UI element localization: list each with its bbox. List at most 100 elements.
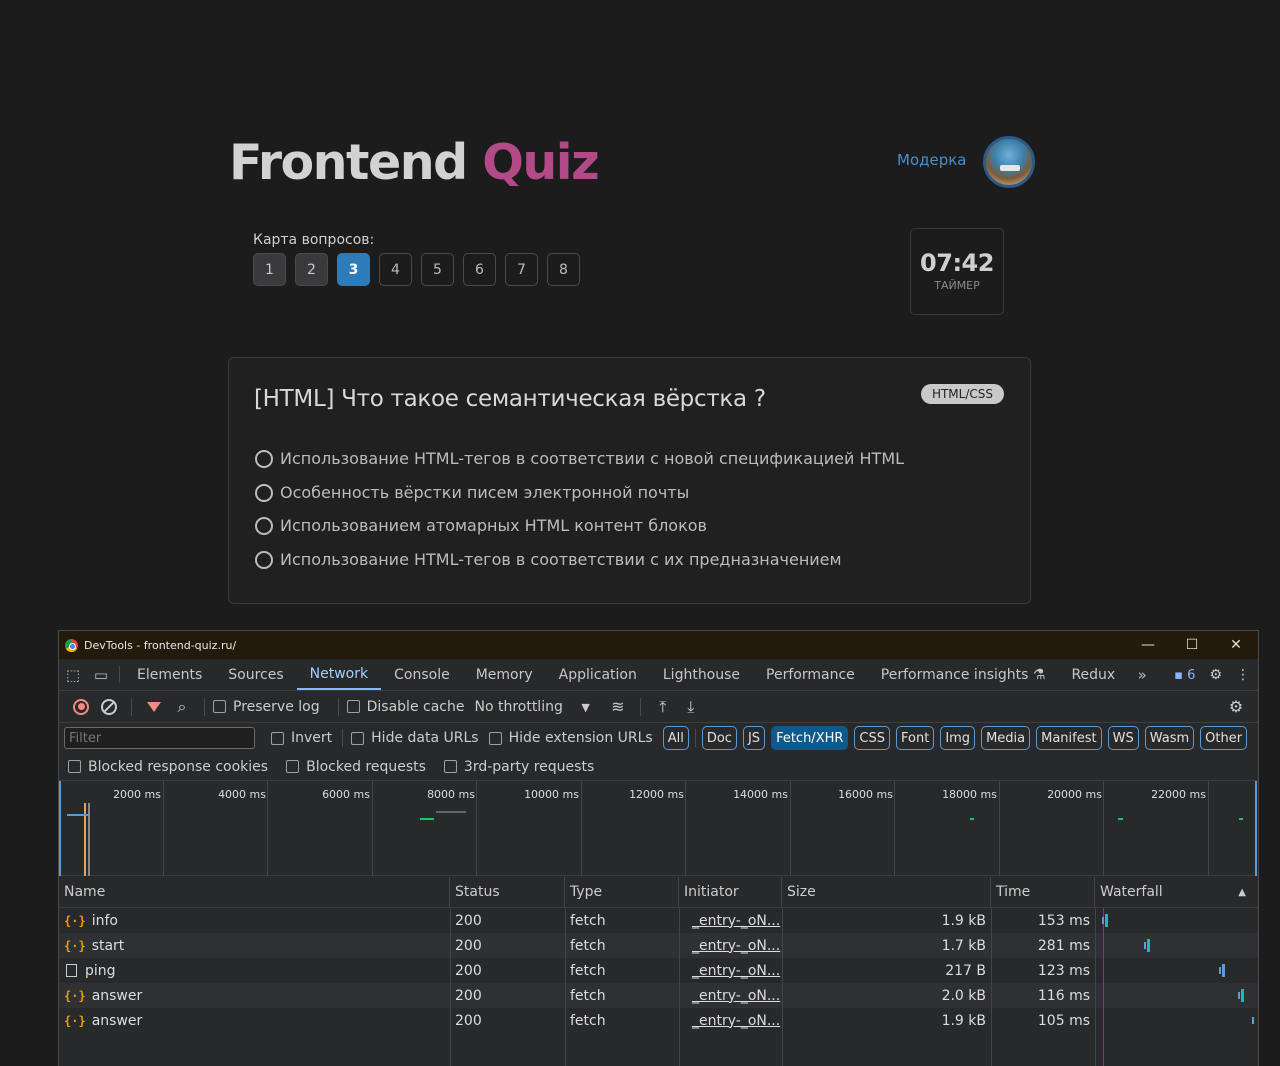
tab-console[interactable]: Console [381, 659, 463, 690]
filter-type-all[interactable]: All [662, 726, 689, 750]
request-initiator-cell[interactable]: _entry-_oN... [679, 958, 782, 983]
filter-input[interactable]: Filter [64, 727, 255, 749]
devtools-title-bar[interactable]: DevTools - frontend-quiz.ru/ — ☐ ✕ [59, 631, 1258, 659]
network-settings-icon[interactable]: ⚙ [1222, 695, 1250, 719]
overview-range-handle-left[interactable] [59, 781, 61, 876]
record-icon[interactable] [67, 695, 95, 719]
filter-type-ws[interactable]: WS [1107, 726, 1139, 750]
tab-performance-insights[interactable]: Performance insights ⚗ [868, 659, 1059, 690]
question-button-2[interactable]: 2 [295, 253, 328, 286]
network-conditions-icon[interactable]: ≋ [604, 695, 632, 719]
throttling-select[interactable]: No throttling ▼ [474, 699, 589, 715]
answer-option-3[interactable]: Использованием атомарных HTML контент бл… [255, 516, 707, 535]
question-button-7[interactable]: 7 [505, 253, 538, 286]
clear-icon[interactable] [95, 695, 123, 719]
preserve-log-checkbox[interactable]: Preserve log [213, 699, 320, 715]
column-header-waterfall[interactable]: Waterfall ▲ [1095, 877, 1258, 907]
filter-type-media[interactable]: Media [981, 726, 1031, 750]
request-name-cell[interactable]: {·} answer [59, 983, 450, 1008]
radio-button[interactable] [255, 550, 273, 569]
tab-memory[interactable]: Memory [463, 659, 546, 690]
checkbox[interactable] [443, 760, 457, 773]
table-row[interactable]: {·} info 200 fetch _entry-_oN... 1.9 kB 1… [59, 908, 1258, 933]
question-button-6[interactable]: 6 [463, 253, 496, 286]
tab-sources[interactable]: Sources [215, 659, 296, 690]
column-header-time[interactable]: Time [991, 877, 1095, 907]
request-initiator-cell[interactable]: _entry-_oN... [679, 983, 782, 1008]
request-initiator-link[interactable]: _entry-_oN... [684, 913, 780, 929]
filter-type-img[interactable]: Img [940, 726, 976, 750]
table-row[interactable]: {·} answer 200 fetch _entry-_oN... 1.9 kB… [59, 1008, 1258, 1033]
filter-icon[interactable] [140, 695, 168, 719]
filter-type-manifest[interactable]: Manifest [1036, 726, 1102, 750]
table-row[interactable]: {·} start 200 fetch _entry-_oN... 1.7 kB … [59, 933, 1258, 958]
radio-button[interactable] [255, 483, 273, 502]
checkbox[interactable] [213, 700, 226, 713]
hide-extension-urls-checkbox[interactable]: Hide extension URLs [488, 730, 653, 746]
invert-checkbox[interactable]: Invert [271, 730, 332, 746]
request-initiator-link[interactable]: _entry-_oN... [684, 988, 780, 1004]
filter-type-other[interactable]: Other [1200, 726, 1248, 750]
column-header-status[interactable]: Status [450, 877, 565, 907]
site-logo[interactable]: Frontend Quiz [229, 134, 600, 192]
question-button-4[interactable]: 4 [379, 253, 412, 286]
moderka-link[interactable]: Модерка [897, 151, 967, 169]
filter-type-js[interactable]: JS [742, 726, 766, 750]
question-button-1[interactable]: 1 [253, 253, 286, 286]
tab-redux[interactable]: Redux [1058, 659, 1128, 690]
request-name-cell[interactable]: ping [59, 958, 450, 983]
tab-elements[interactable]: Elements [124, 659, 215, 690]
filter-type-css[interactable]: CSS [854, 726, 890, 750]
checkbox[interactable] [346, 700, 360, 713]
device-toolbar-icon[interactable]: ▭ [87, 659, 115, 690]
hide-data-urls-checkbox[interactable]: Hide data URLs [351, 730, 479, 746]
column-header-type[interactable]: Type [565, 877, 679, 907]
overview-range-handle-right[interactable] [1255, 781, 1257, 876]
answer-option-1[interactable]: Использование HTML-тегов в соответствии … [255, 449, 904, 468]
request-initiator-link[interactable]: _entry-_oN... [684, 1013, 780, 1029]
filter-type-wasm[interactable]: Wasm [1144, 726, 1195, 750]
close-icon[interactable]: ✕ [1214, 631, 1258, 659]
request-initiator-cell[interactable]: _entry-_oN... [679, 908, 782, 933]
more-tabs-icon[interactable]: » [1128, 659, 1156, 690]
tab-performance[interactable]: Performance [753, 659, 868, 690]
question-button-3[interactable]: 3 [337, 253, 370, 286]
radio-button[interactable] [255, 516, 273, 535]
request-initiator-cell[interactable]: _entry-_oN... [679, 1008, 782, 1033]
column-header-size[interactable]: Size [782, 877, 991, 907]
kebab-menu-icon[interactable]: ⋮ [1236, 667, 1250, 683]
tab-lighthouse[interactable]: Lighthouse [650, 659, 753, 690]
checkbox[interactable] [351, 731, 365, 745]
filter-type-fetch-xhr[interactable]: Fetch/XHR [771, 726, 849, 750]
answer-option-4[interactable]: Использование HTML-тегов в соответствии … [255, 550, 842, 569]
third-party-requests-checkbox[interactable]: 3rd-party requests [443, 759, 594, 775]
checkbox[interactable] [271, 731, 284, 745]
blocked-requests-checkbox[interactable]: Blocked requests [286, 759, 426, 775]
request-name-cell[interactable]: {·} start [59, 933, 450, 958]
search-icon[interactable]: ⌕ [168, 695, 196, 719]
maximize-icon[interactable]: ☐ [1170, 631, 1214, 659]
blocked-response-cookies-checkbox[interactable]: Blocked response cookies [68, 759, 268, 775]
column-header-initiator[interactable]: Initiator [679, 877, 782, 907]
request-initiator-link[interactable]: _entry-_oN... [684, 938, 780, 954]
checkbox[interactable] [68, 760, 81, 773]
import-har-icon[interactable]: ⤒ [649, 695, 677, 719]
settings-icon[interactable]: ⚙ [1209, 667, 1222, 683]
request-name-cell[interactable]: {·} info [59, 908, 450, 933]
disable-cache-checkbox[interactable]: Disable cache [346, 699, 464, 715]
export-har-icon[interactable]: ⤓ [677, 695, 705, 719]
request-name-cell[interactable]: {·} answer [59, 1008, 450, 1033]
network-overview[interactable]: 2000 ms 4000 ms 6000 ms 8000 ms 10000 ms… [59, 781, 1258, 876]
user-avatar[interactable] [983, 136, 1035, 188]
tab-application[interactable]: Application [546, 659, 650, 690]
column-header-name[interactable]: Name [59, 877, 450, 907]
inspect-element-icon[interactable]: ⬚ [59, 659, 87, 690]
issues-badge[interactable]: ▪ 6 [1174, 668, 1195, 683]
answer-option-2[interactable]: Особенность вёрстки писем электронной по… [255, 483, 689, 502]
question-button-8[interactable]: 8 [547, 253, 580, 286]
question-button-5[interactable]: 5 [421, 253, 454, 286]
checkbox[interactable] [286, 760, 300, 773]
minimize-icon[interactable]: — [1126, 631, 1170, 659]
request-initiator-link[interactable]: _entry-_oN... [684, 963, 780, 979]
table-row[interactable]: {·} answer 200 fetch _entry-_oN... 2.0 kB… [59, 983, 1258, 1008]
